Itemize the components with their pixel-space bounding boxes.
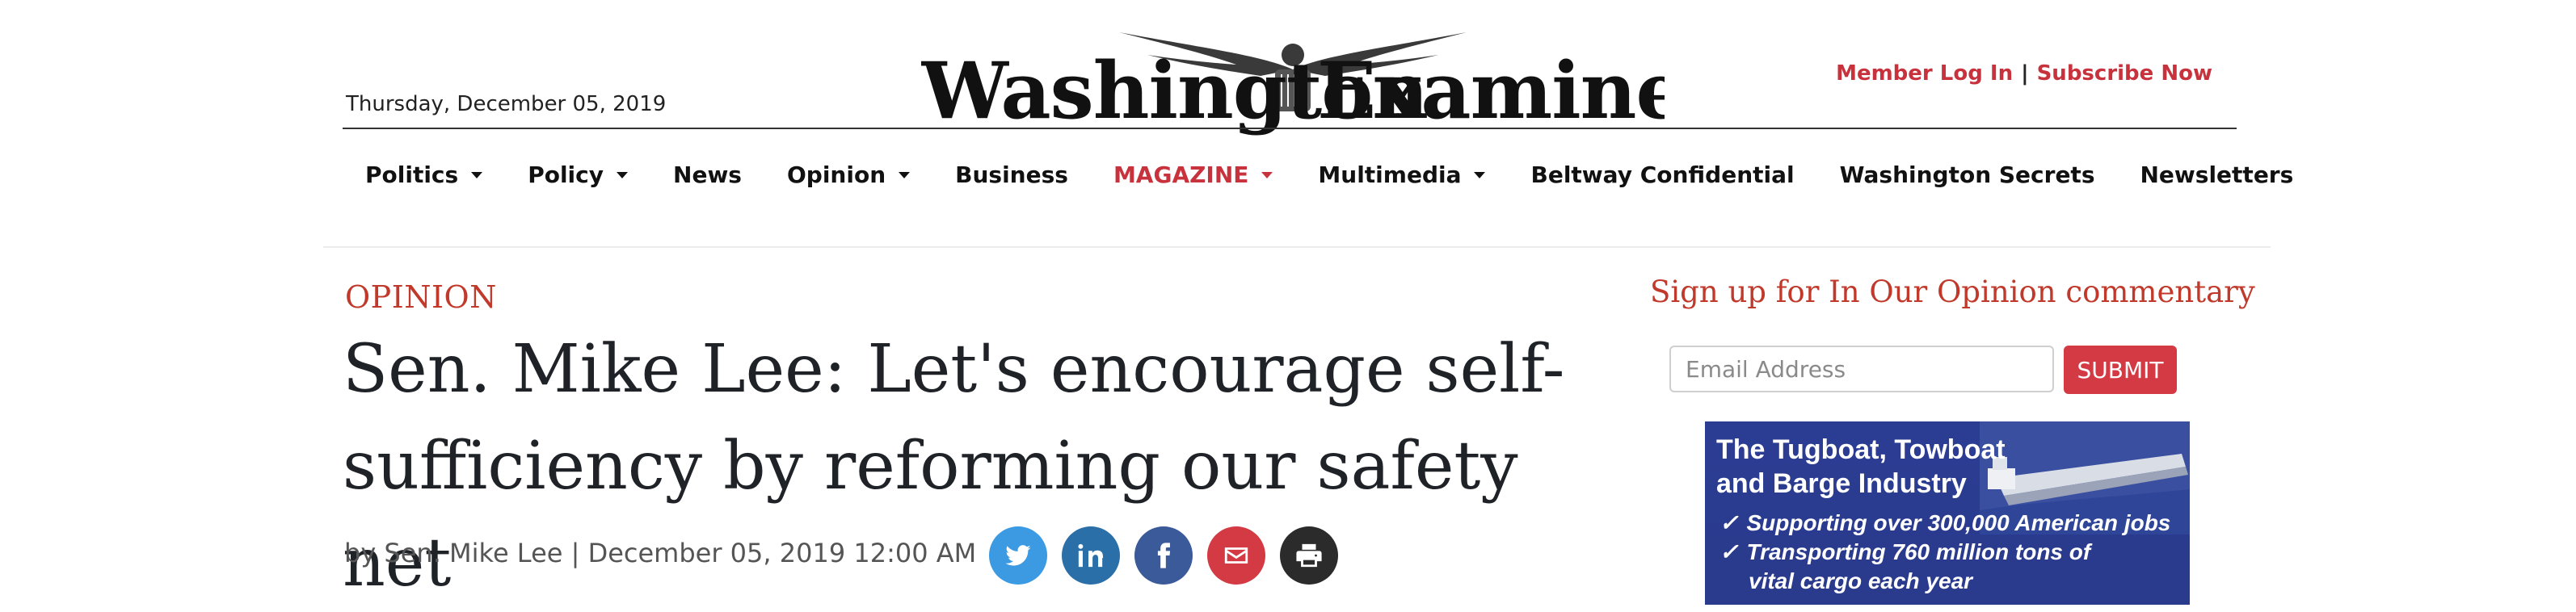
nav-item-label: Opinion <box>786 161 886 188</box>
check-icon: ✓ <box>1719 539 1739 564</box>
caret-down-icon <box>471 172 483 178</box>
ad-bullet: ✓ Supporting over 300,000 American jobs <box>1719 510 2171 535</box>
linkedin-icon <box>1078 543 1104 568</box>
facebook-icon <box>1157 543 1171 568</box>
nav-item-label: Policy <box>528 161 604 188</box>
nav-item-label: Beltway Confidential <box>1530 161 1795 188</box>
main-nav: Politics Policy News Opinion Business MA… <box>343 160 2293 189</box>
masthead-text-right: Examiner <box>1317 45 1665 136</box>
ad-bullets: ✓ Supporting over 300,000 American jobs ✓… <box>1719 509 2170 596</box>
current-date: Thursday, December 05, 2019 <box>346 92 667 116</box>
share-buttons <box>989 526 1338 585</box>
caret-down-icon <box>1261 172 1273 178</box>
header-rule <box>343 128 2237 129</box>
print-icon <box>1296 543 1322 568</box>
print-button[interactable] <box>1280 526 1338 585</box>
article-section-kicker[interactable]: OPINION <box>345 279 497 315</box>
caret-down-icon <box>899 172 911 178</box>
nav-item-label: Politics <box>365 161 459 188</box>
nav-item-label: Business <box>955 161 1068 188</box>
nav-divider <box>323 246 2271 248</box>
share-facebook-button[interactable] <box>1134 526 1193 585</box>
nav-item-policy[interactable]: Policy <box>505 161 650 188</box>
nav-item-opinion[interactable]: Opinion <box>764 161 932 188</box>
nav-item-label: News <box>673 161 742 188</box>
eagle-logo-icon: Washington Examiner <box>920 32 1728 136</box>
account-separator: | <box>2021 61 2029 86</box>
ad-bullet-continued: vital cargo each year <box>1749 568 1973 593</box>
nav-item-label: Washington Secrets <box>1839 161 2095 188</box>
nav-item-news[interactable]: News <box>650 161 764 188</box>
twitter-icon <box>1005 545 1031 566</box>
nav-item-magazine[interactable]: MAGAZINE <box>1091 161 1295 188</box>
nav-item-washington-secrets[interactable]: Washington Secrets <box>1817 161 2118 188</box>
member-login-link[interactable]: Member Log In <box>1836 61 2013 86</box>
submit-button[interactable]: SUBMIT <box>2064 346 2177 394</box>
article-byline: by Sen. Mike Lee | December 05, 2019 12:… <box>344 538 977 568</box>
nav-item-label: MAGAZINE <box>1113 161 1249 188</box>
nav-item-politics[interactable]: Politics <box>343 161 505 188</box>
nav-item-multimedia[interactable]: Multimedia <box>1295 161 1508 188</box>
caret-down-icon <box>1474 172 1486 178</box>
nav-item-label: Multimedia <box>1318 161 1462 188</box>
nav-item-newsletters[interactable]: Newsletters <box>2118 161 2317 188</box>
newsletter-signup-title: Sign up for In Our Opinion commentary <box>1650 275 2255 309</box>
share-twitter-button[interactable] <box>989 526 1047 585</box>
nav-item-business[interactable]: Business <box>932 161 1091 188</box>
email-address-input[interactable] <box>1669 346 2054 392</box>
ad-title: The Tugboat, Towboat and Barge Industry <box>1716 434 2006 499</box>
article-headline: Sen. Mike Lee: Let's encourage self-suff… <box>343 331 1565 602</box>
share-linkedin-button[interactable] <box>1062 526 1120 585</box>
advertisement-banner[interactable]: The Tugboat, Towboat and Barge Industry … <box>1705 421 2190 605</box>
ad-bullet: ✓ Transporting 760 million tons of <box>1719 539 2091 564</box>
nav-item-beltway-confidential[interactable]: Beltway Confidential <box>1508 161 1816 188</box>
caret-down-icon <box>617 172 629 178</box>
check-icon: ✓ <box>1719 510 1739 535</box>
masthead-logo[interactable]: Washington Examiner <box>920 23 1728 136</box>
share-email-button[interactable] <box>1207 526 1265 585</box>
nav-item-label: Newsletters <box>2140 161 2294 188</box>
subscribe-link[interactable]: Subscribe Now <box>2037 61 2212 86</box>
email-icon <box>1224 547 1248 564</box>
account-links: Member Log In | Subscribe Now <box>1836 61 2212 86</box>
